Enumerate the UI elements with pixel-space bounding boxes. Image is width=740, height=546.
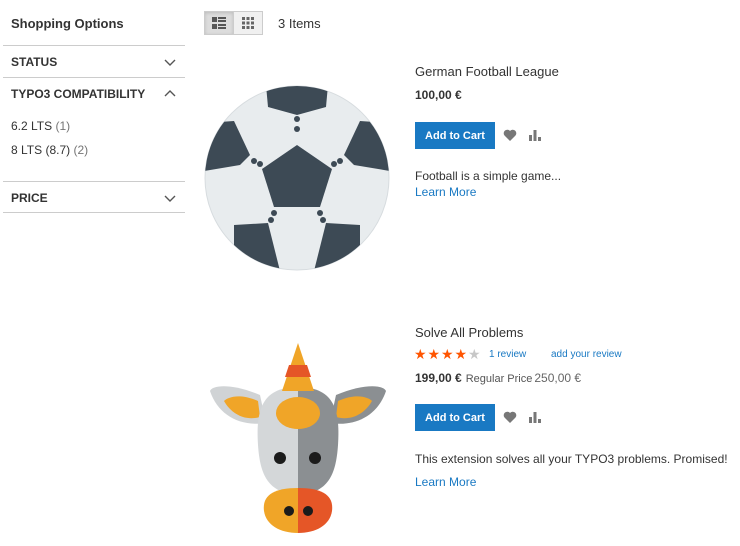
- product-price: 199,00 € Regular Price 250,00 €: [415, 371, 581, 385]
- rating-stars: ★ ★ ★ ★ ★: [414, 347, 482, 361]
- compare-icon[interactable]: [528, 128, 542, 142]
- filter-typo3-compatibility[interactable]: TYPO3 COMPATIBILITY 6.2 LTS (1) 8 LTS (8…: [3, 77, 185, 162]
- filter-status-header[interactable]: STATUS: [3, 46, 185, 77]
- filter-status-label: STATUS: [11, 54, 58, 69]
- reviews-link[interactable]: 1 review: [489, 349, 526, 360]
- filter-option-count: (2): [73, 143, 89, 157]
- star-full-icon: ★: [441, 346, 454, 362]
- filter-option-count: (1): [55, 119, 71, 133]
- wishlist-heart-icon[interactable]: [503, 410, 517, 424]
- filter-option-8-lts[interactable]: 8 LTS (8.7) (2): [3, 138, 185, 162]
- view-mode-switcher: [204, 11, 263, 35]
- compare-icon[interactable]: [528, 410, 542, 424]
- filter-status[interactable]: STATUS: [3, 45, 185, 77]
- learn-more-link[interactable]: Learn More: [415, 185, 476, 199]
- product-description: This extension solves all your TYPO3 pro…: [415, 452, 728, 466]
- sidebar-divider: [3, 212, 185, 213]
- soccer-ball-image[interactable]: [204, 85, 390, 271]
- shopping-options-title: Shopping Options: [11, 16, 124, 31]
- add-review-link[interactable]: add your review: [551, 349, 622, 360]
- filter-option-label: 8 LTS (8.7): [11, 143, 71, 157]
- learn-more-link[interactable]: Learn More: [415, 475, 476, 489]
- add-to-cart-button[interactable]: Add to Cart: [415, 122, 495, 149]
- list-view-icon: [212, 17, 226, 29]
- wishlist-heart-icon[interactable]: [503, 128, 517, 142]
- regular-price: 250,00 €: [534, 371, 582, 385]
- star-full-icon: ★: [414, 346, 427, 362]
- star-full-icon: ★: [427, 346, 441, 362]
- product-price: 100,00 €: [415, 88, 462, 102]
- chevron-up-icon: [164, 89, 176, 96]
- filter-price-label: PRICE: [11, 190, 48, 205]
- filter-typo3-compatibility-header[interactable]: TYPO3 COMPATIBILITY: [3, 78, 185, 109]
- grid-view-icon: [242, 17, 254, 29]
- filter-price-header[interactable]: PRICE: [3, 182, 185, 213]
- unicorn-cow-image[interactable]: [210, 343, 386, 533]
- add-to-cart-button[interactable]: Add to Cart: [415, 404, 495, 431]
- list-mode-button[interactable]: [204, 11, 234, 35]
- item-count: 3 Items: [278, 16, 321, 31]
- star-empty-icon: ★: [468, 346, 481, 362]
- filter-option-label: 6.2 LTS: [11, 119, 53, 133]
- filter-option-6-2-lts[interactable]: 6.2 LTS (1): [3, 114, 185, 138]
- chevron-down-icon: [164, 59, 176, 66]
- star-full-icon: ★: [454, 346, 468, 362]
- chevron-down-icon: [164, 195, 176, 202]
- regular-price-label: Regular Price: [465, 373, 533, 385]
- final-price: 199,00 €: [415, 371, 462, 385]
- grid-mode-button[interactable]: [234, 11, 263, 35]
- filter-price[interactable]: PRICE: [3, 181, 185, 213]
- product-description: Football is a simple game...: [415, 169, 562, 183]
- product-name[interactable]: Solve All Problems: [415, 325, 523, 340]
- filter-typo3-compatibility-label: TYPO3 COMPATIBILITY: [11, 86, 146, 101]
- product-name[interactable]: German Football League: [415, 64, 559, 79]
